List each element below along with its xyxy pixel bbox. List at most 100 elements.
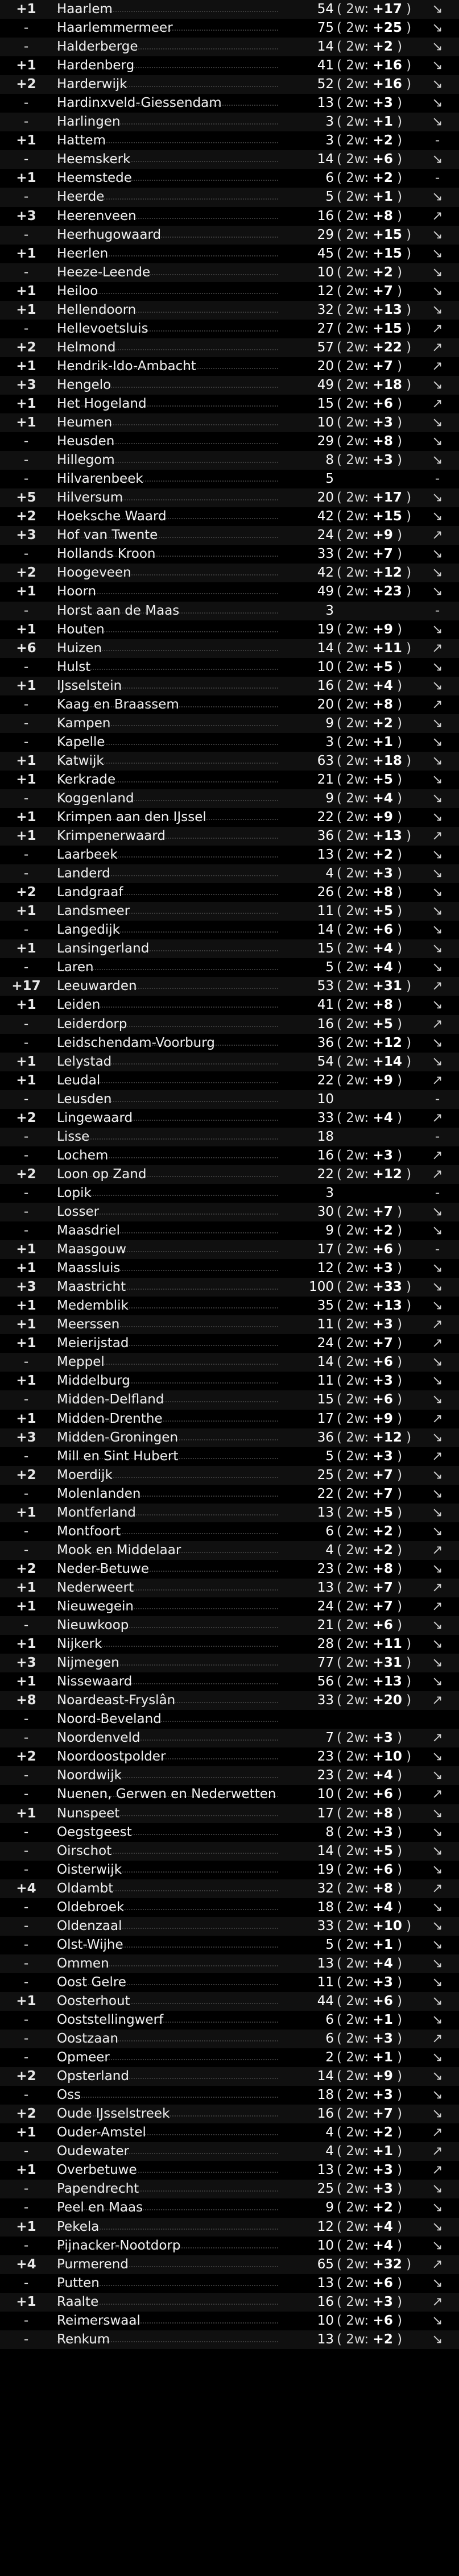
rank-change: +2 [16,1467,36,1482]
trend-arrow-icon: ↗ [432,829,443,844]
municipality-name-text: Hoorn [57,584,97,599]
list-item: - Mook en Middelaar 4( 2w: +2 ) ↗ [0,1540,459,1560]
total-count: 3 [325,114,334,130]
two-week-suffix: ) [397,1974,403,1990]
total-count: 13 [317,847,334,863]
total-count: 12 [317,283,334,299]
municipality-name: Papendrecht [57,2180,142,2198]
two-week-prefix: ( 2w: [337,2238,369,2253]
municipality-name-text: Papendrecht [57,2181,139,2197]
two-week-change: ( 2w: +3 ) [337,1259,402,1278]
two-week-suffix: ) [406,1749,412,1765]
two-week-suffix: ) [397,904,403,919]
two-week-change: ( 2w: +18 ) [337,376,411,395]
two-week-prefix: ( 2w: [337,171,369,186]
rank-change: - [23,1862,29,1877]
rank-change: - [23,734,29,749]
two-week-prefix: ( 2w: [337,2219,369,2234]
two-week-suffix: ) [397,415,403,430]
municipality-name-text: Pekela [57,2219,100,2234]
municipality-name-text: Maasdriel [57,1223,121,1239]
two-week-value: +3 [373,453,393,468]
two-week-prefix: ( 2w: [337,640,369,656]
rank-change: - [23,2181,29,2197]
list-item: +1 Krimpenerwaard 36( 2w: +13 ) ↗ [0,827,459,846]
two-week-suffix: ) [397,546,403,562]
municipality-name-text: Montferland [57,1505,136,1520]
list-item: - Kampen 9( 2w: +2 ) ↘ [0,714,459,733]
municipality-name-text: Lopik [57,1185,92,1200]
list-item: - Heemskerk 14( 2w: +6 ) ↘ [0,150,459,169]
two-week-suffix: ) [406,246,412,261]
trend-arrow-icon: ↘ [432,246,443,261]
list-item: +1 Hellendoorn 32( 2w: +13 ) ↘ [0,300,459,320]
two-week-prefix: ( 2w: [337,1204,369,1219]
two-week-value: +3 [373,2031,393,2047]
trend-arrow-icon: ↘ [432,377,443,392]
municipality-name: Oirschot [57,1842,115,1861]
two-week-change: ( 2w: +7 ) [337,282,402,301]
two-week-suffix: ) [397,678,403,693]
two-week-value: +5 [373,1505,393,1520]
two-week-suffix: ) [406,1430,412,1445]
list-item: - Hulst 10( 2w: +5 ) ↘ [0,658,459,677]
trend-arrow-icon: ↘ [432,715,443,731]
two-week-value: +17 [373,490,402,506]
municipality-name: Hof van Twente [57,526,161,545]
trend-arrow-icon: ↘ [432,565,443,581]
municipality-name-text: Noordwijk [57,1768,122,1783]
two-week-value: +6 [373,152,393,167]
total-count: 10 [317,264,334,280]
trend-arrow-icon: ↘ [432,790,443,806]
total-count: 10 [317,659,334,674]
total-count: 29 [317,434,334,449]
trend-arrow-icon: ↗ [432,1016,443,1032]
trend-arrow-icon: ↘ [432,189,443,205]
municipality-name: Nederweert [57,1579,137,1597]
list-item: +3 Midden-Groningen 36( 2w: +12 ) ↘ [0,1428,459,1447]
list-item: +1 Pekela 12( 2w: +4 ) ↘ [0,2217,459,2237]
two-week-prefix: ( 2w: [337,152,369,167]
municipality-name: Langedijk [57,921,123,939]
rank-change: - [23,39,29,55]
list-item: +2 Harderwijk 52( 2w: +16 ) ↘ [0,75,459,94]
trend-arrow-icon: ↘ [432,2181,443,2197]
two-week-change: ( 2w: +17 ) [337,0,411,19]
two-week-suffix: ) [397,208,403,223]
two-week-change: ( 2w: +7 ) [337,1597,402,1616]
rank-change: +4 [16,2256,36,2272]
municipality-name-text: Nuenen, Gerwen en Nederwetten [57,1787,276,1802]
two-week-value: +3 [373,1317,393,1332]
two-week-change: ( 2w: +2 ) [337,846,402,864]
two-week-change: ( 2w: +22 ) [337,338,411,357]
two-week-change: ( 2w: +2 ) [337,1522,402,1541]
two-week-change: ( 2w: +4 ) [337,677,402,695]
trend-arrow-icon: ↘ [432,1637,443,1652]
trend-arrow-icon: ↘ [432,2069,443,2084]
two-week-value: +2 [373,847,393,863]
municipality-name-text: Hardinxveld-Giessendam [57,96,222,111]
municipality-name: Lochem [57,1146,111,1165]
two-week-prefix: ( 2w: [337,904,369,919]
total-count: 16 [317,678,334,693]
two-week-prefix: ( 2w: [337,133,369,148]
rank-change: +6 [16,640,36,656]
two-week-change: ( 2w: +16 ) [337,75,411,94]
municipality-name-text: Lelystad [57,1054,112,1069]
total-count: 36 [317,1035,334,1050]
rank-change: - [23,1448,29,1464]
municipality-name-text: Hoogeveen [57,565,131,581]
list-item: +1 Leudal 22( 2w: +9 ) ↗ [0,1071,459,1090]
municipality-name-text: Heerhugowaard [57,227,162,242]
two-week-suffix: ) [406,1298,412,1314]
total-count: 5 [325,1937,334,1952]
municipality-name-text: Hof van Twente [57,528,158,543]
two-week-suffix: ) [397,1598,403,1614]
list-item: +1 Maassluis 12( 2w: +3 ) ↘ [0,1259,459,1278]
two-week-value: +9 [373,1072,393,1088]
two-week-prefix: ( 2w: [337,2181,369,2197]
two-week-change: ( 2w: +18 ) [337,752,411,771]
municipality-name-text: Putten [57,2275,100,2291]
list-item: +6 Huizen 14( 2w: +11 ) ↗ [0,639,459,658]
two-week-change: ( 2w: +11 ) [337,639,411,658]
